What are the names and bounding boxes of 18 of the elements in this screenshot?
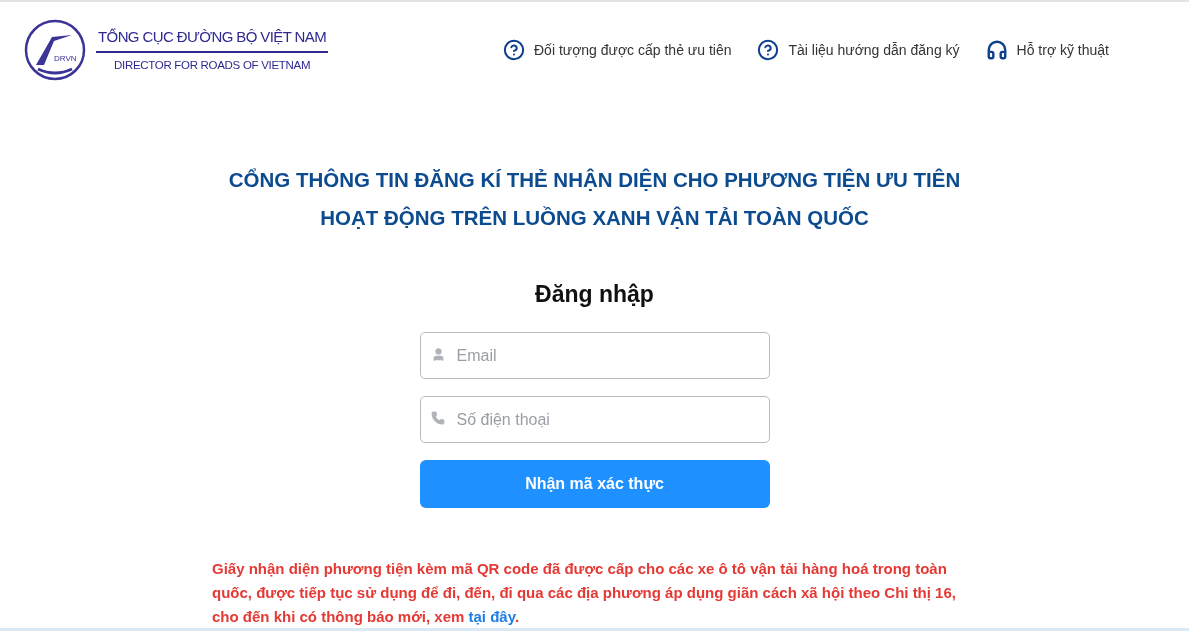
portal-title: HOẠT ĐỘNG TRÊN LUỒNG XANH VẬN TẢI TOÀN QUỐC [320,206,869,230]
nav-link[interactable]: Tài liệu hướng dẫn đăng ký [757,39,960,61]
input-field[interactable]: Số điện thoại [419,396,770,443]
nav-link[interactable]: Đối tượng được cấp thẻ ưu tiên [503,39,732,61]
help-icon [503,39,525,61]
login-heading: Đăng nhập [535,280,654,308]
input-field[interactable]: Email [419,332,770,379]
portal-title: CỔNG THÔNG TIN ĐĂNG KÍ THẺ NHẬN DIỆN CHO PHƯƠNG TIỆN ƯU TIÊN [228,168,961,192]
org-name: TỔNG CỤC ĐƯỜNG BỘ VIỆT NAM [96,27,329,53]
user-icon [430,347,446,362]
org-name-english: DIRECTOR FOR ROADS OF VIETNAM [114,58,311,73]
nav-link[interactable]: Hỗ trợ kỹ thuật [985,39,1109,61]
help-icon [757,39,780,61]
phone-icon [430,411,445,425]
notice-text: Giấy nhận diện phương tiện kèm mã QR code đã được cấp cho các xe ô tô vận tải hàng hoá trong toàn quốc, được tiếp tục sử dụng để đi, đến, đi qua các địa phương áp dụng giãn cách xã hội theo Chỉ thị 16, cho đến khi có thông báo mới, xem tại đây. [212,559,957,627]
headset-icon [985,39,1008,61]
notice-link[interactable]: tại đây [468,608,515,625]
logo-icon: DRVN [24,19,86,81]
